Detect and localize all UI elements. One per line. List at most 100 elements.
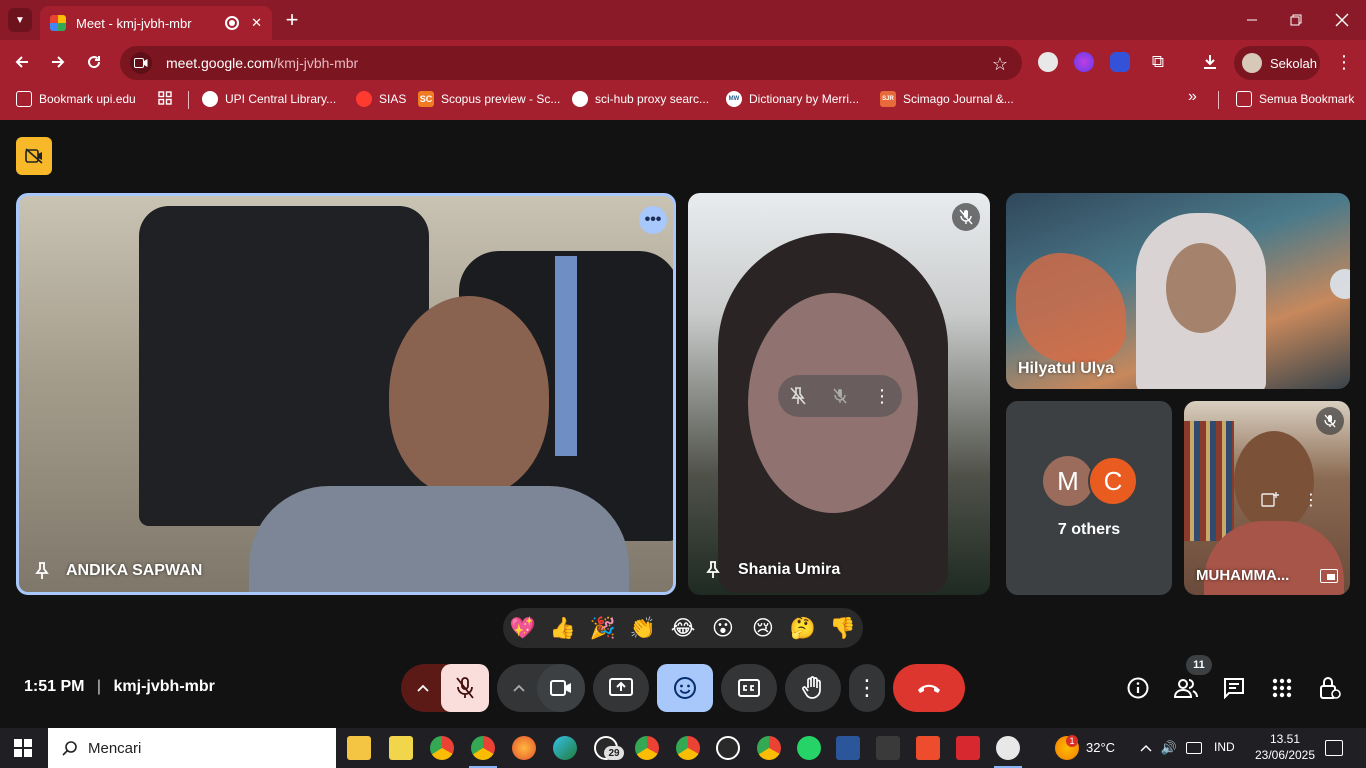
address-bar[interactable]: meet.google.com/kmj-jvbh-mbr ☆ xyxy=(120,46,1022,80)
whatsapp-badge: 29 xyxy=(604,746,624,760)
bookmark-scopus[interactable]: SC Scopus preview - Sc... xyxy=(418,91,560,107)
participant-tile-muhammad[interactable]: ⋮ MUHAMMA... xyxy=(1184,401,1350,595)
bookmark-folder-upi[interactable]: Bookmark upi.edu xyxy=(16,91,136,107)
pin-icon[interactable] xyxy=(706,561,720,582)
reaction-thumbs-up[interactable]: 👍 xyxy=(548,614,578,642)
more-options-icon[interactable]: ⋮ xyxy=(849,664,885,712)
extensions-puzzle-icon[interactable]: ⧉ xyxy=(1146,50,1170,74)
reaction-crying[interactable]: 😢 xyxy=(748,614,778,642)
network-icon[interactable] xyxy=(1186,742,1202,754)
others-tile[interactable]: M C 7 others xyxy=(1006,401,1172,595)
more-options-icon[interactable]: ••• xyxy=(639,206,667,234)
chatgpt-icon[interactable] xyxy=(716,736,740,760)
bookmark-upi-library[interactable]: UPI Central Library... xyxy=(202,91,336,107)
reaction-party-popper[interactable]: 🎉 xyxy=(588,614,618,642)
close-tab-icon[interactable]: ✕ xyxy=(251,15,262,31)
reaction-sparkling-heart[interactable]: 💖 xyxy=(508,614,538,642)
word-icon[interactable] xyxy=(836,736,860,760)
new-tab-button[interactable]: + xyxy=(280,7,304,32)
bookmark-sias[interactable]: SIAS xyxy=(356,91,406,107)
host-controls-badge[interactable] xyxy=(16,137,52,175)
tab-meet[interactable]: Meet - kmj-jvbh-mbr ✕ xyxy=(40,6,272,40)
firefox-icon[interactable] xyxy=(512,736,536,760)
present-button[interactable] xyxy=(593,664,649,712)
suit-jacket-shape xyxy=(139,206,429,526)
mic-toggle-button[interactable] xyxy=(441,664,489,712)
meeting-details-icon[interactable] xyxy=(1122,672,1154,704)
file-explorer-icon[interactable] xyxy=(347,736,371,760)
unpin-icon[interactable] xyxy=(786,384,810,408)
sticky-notes-icon[interactable] xyxy=(389,736,413,760)
shopee-icon[interactable] xyxy=(916,736,940,760)
meet-app-icon[interactable] xyxy=(996,736,1020,760)
camera-site-icon[interactable] xyxy=(130,52,152,74)
participant-tile-hilyatul[interactable]: Hilyatul Ulya xyxy=(1006,193,1350,389)
volume-icon[interactable]: 🔊 xyxy=(1160,740,1178,756)
tab-search-chevron-icon[interactable]: ▼ xyxy=(8,8,32,32)
extension-grammar-icon[interactable] xyxy=(1038,52,1058,72)
camera-toggle-button[interactable] xyxy=(537,664,585,712)
chrome-icon[interactable] xyxy=(676,736,700,760)
reactions-button[interactable] xyxy=(657,664,713,712)
bookmark-scimago[interactable]: SJR Scimago Journal &... xyxy=(880,91,1014,107)
tile-more-icon[interactable]: ⋮ xyxy=(1302,487,1320,511)
apps-grid-icon[interactable] xyxy=(158,91,172,105)
participant-tile-andika[interactable]: ••• ANDIKA SAPWAN xyxy=(16,193,676,595)
extension-brain-icon[interactable] xyxy=(1074,52,1094,72)
bookmark-star-icon[interactable]: ☆ xyxy=(992,54,1008,75)
tray-chevron-icon[interactable] xyxy=(1138,740,1154,756)
folder-icon xyxy=(16,91,32,107)
menu-kebab-icon[interactable]: ⋮ xyxy=(1332,50,1356,74)
edge-icon[interactable] xyxy=(553,736,577,760)
add-to-stage-icon[interactable] xyxy=(1258,487,1282,511)
participant-name: Shania Umira xyxy=(738,561,841,578)
clock[interactable]: 13.51 23/06/2025 xyxy=(1250,731,1320,763)
reload-icon[interactable] xyxy=(82,50,106,74)
reaction-tears-of-joy[interactable]: 😂 xyxy=(668,614,698,642)
back-icon[interactable] xyxy=(10,50,34,74)
extension-bot-icon[interactable] xyxy=(1110,52,1130,72)
chat-icon[interactable] xyxy=(1218,672,1250,704)
whatsapp-web-icon[interactable] xyxy=(797,736,821,760)
profile-button[interactable]: Sekolah xyxy=(1234,46,1320,80)
bookmark-merriam-webster[interactable]: MW Dictionary by Merri... xyxy=(726,91,859,107)
bookmark-scihub[interactable]: sci-hub proxy searc... xyxy=(572,91,709,107)
video-options-chevron-icon[interactable] xyxy=(507,676,531,700)
people-icon[interactable] xyxy=(1170,672,1202,704)
windows-start-icon[interactable] xyxy=(14,739,32,757)
chrome-profile-icon[interactable] xyxy=(430,736,454,760)
restore-icon[interactable] xyxy=(1284,8,1308,32)
chrome-icon[interactable] xyxy=(635,736,659,760)
download-icon[interactable] xyxy=(1198,50,1222,74)
host-controls-lock-icon[interactable] xyxy=(1314,672,1346,704)
acrobat-icon[interactable] xyxy=(956,736,980,760)
close-window-icon[interactable] xyxy=(1330,8,1354,32)
captions-button[interactable] xyxy=(721,664,777,712)
tile-more-icon[interactable]: ⋮ xyxy=(870,384,894,408)
all-bookmarks[interactable]: Semua Bookmark xyxy=(1236,91,1354,107)
meeting-separator: | xyxy=(96,678,102,695)
mute-participant-icon[interactable] xyxy=(828,384,852,408)
picture-in-picture-icon[interactable] xyxy=(1320,569,1338,583)
bookmarks-overflow-icon[interactable]: » xyxy=(1188,88,1197,106)
reaction-clapping[interactable]: 👏 xyxy=(628,614,658,642)
activities-grid-icon[interactable] xyxy=(1266,672,1298,704)
reaction-surprised[interactable]: 😮 xyxy=(708,614,738,642)
side-panel-toggle-icon[interactable] xyxy=(1330,269,1350,299)
taskbar-search[interactable]: Mencari xyxy=(48,728,336,768)
reaction-thumbs-down[interactable]: 👎 xyxy=(828,614,858,642)
leave-call-button[interactable] xyxy=(893,664,965,712)
forward-icon[interactable] xyxy=(46,50,70,74)
language[interactable]: IND xyxy=(1214,740,1235,754)
minimize-icon[interactable] xyxy=(1240,8,1264,32)
notification-center-icon[interactable] xyxy=(1325,740,1343,756)
pin-icon[interactable] xyxy=(35,562,49,583)
raise-hand-button[interactable] xyxy=(785,664,841,712)
avatar: C xyxy=(1088,456,1138,506)
participant-tile-shania[interactable]: ⋮ Shania Umira xyxy=(688,193,990,595)
chrome-icon[interactable] xyxy=(757,736,781,760)
audio-options-chevron-icon[interactable] xyxy=(409,676,437,700)
reaction-thinking[interactable]: 🤔 xyxy=(788,614,818,642)
chrome-active-icon[interactable] xyxy=(471,736,495,760)
s-app-icon[interactable] xyxy=(876,736,900,760)
